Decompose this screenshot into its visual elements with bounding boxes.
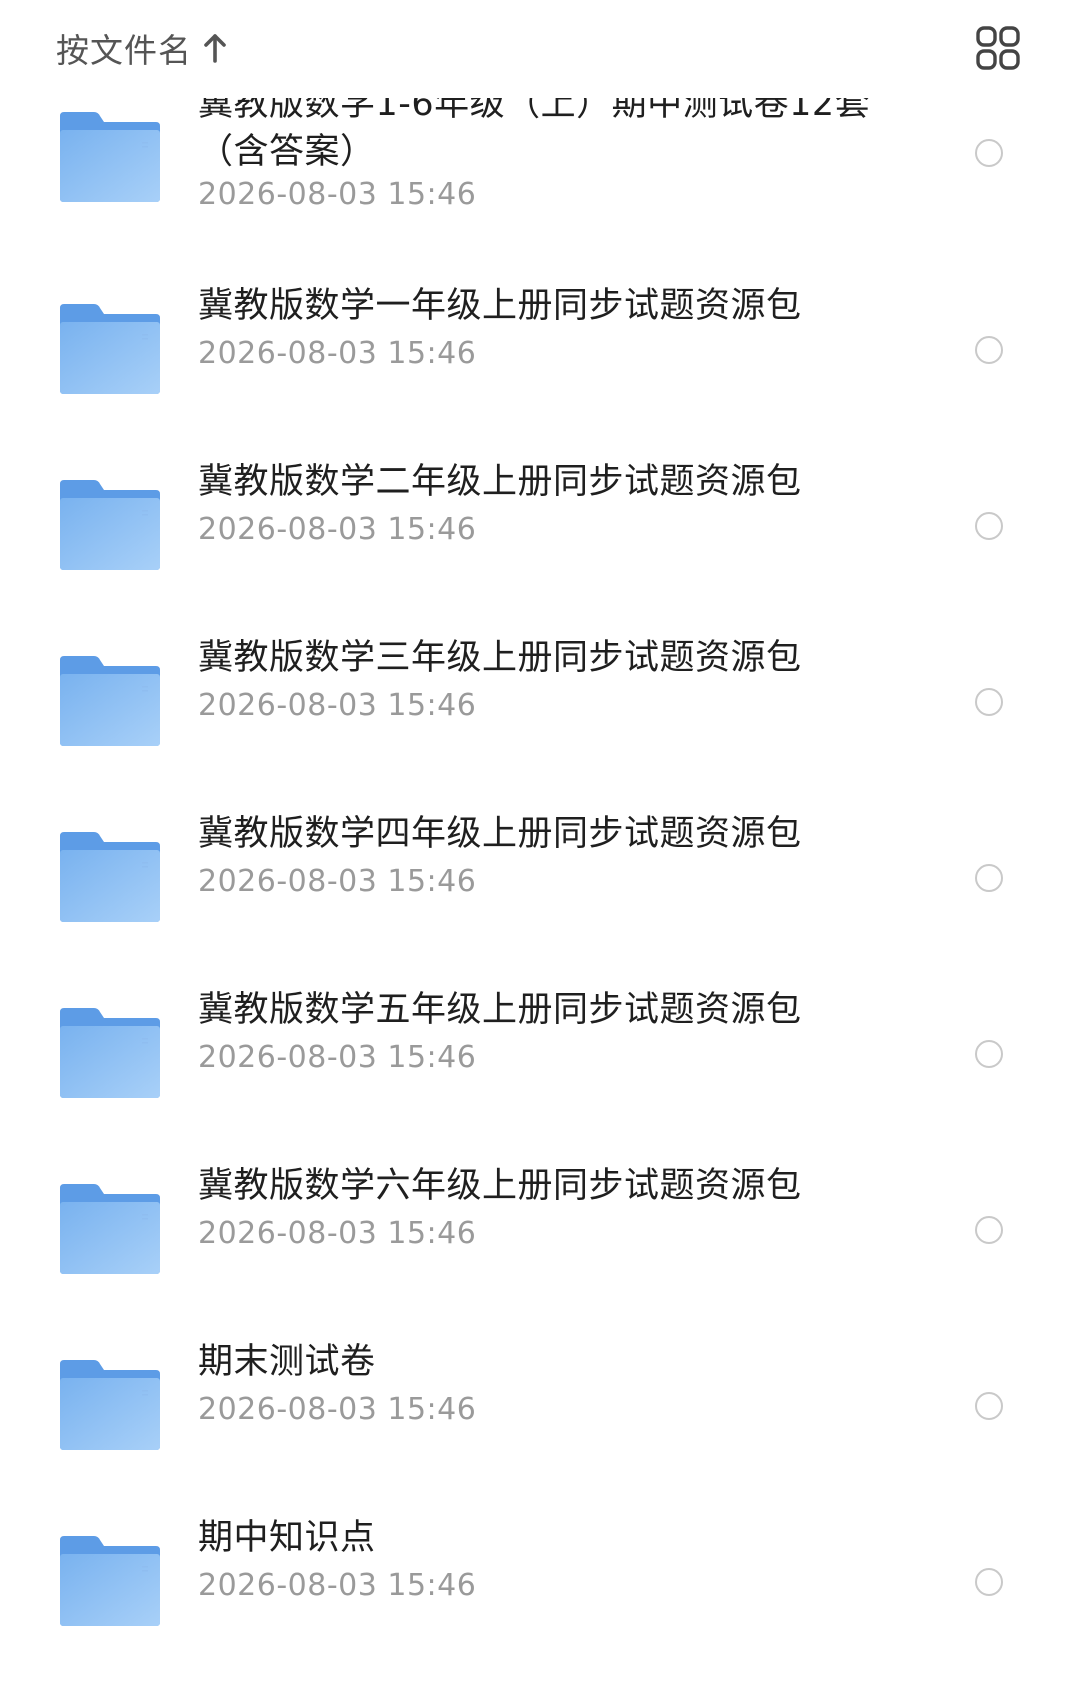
file-title: 期中知识点 (198, 1518, 376, 1558)
file-title: 期末测试卷 (198, 1342, 376, 1382)
list-item[interactable]: 冀教版数学四年级上册同步试题资源包 2026-08-03 15:46 (0, 808, 1080, 978)
select-radio[interactable] (975, 1040, 1003, 1068)
list-item[interactable]: 冀教版数学五年级上册同步试题资源包 2026-08-03 15:46 (0, 984, 1080, 1154)
file-date: 2026-08-03 15:46 (198, 177, 477, 212)
sort-label: 按文件名 (56, 31, 192, 70)
arrow-up-icon (204, 34, 226, 63)
file-list: 冀教版数学1-6年级（上）期中测试卷12套（含答案） 2026-08-03 15… (0, 0, 1080, 1665)
file-date: 2026-08-03 15:46 (198, 512, 477, 547)
list-item[interactable]: 期中知识点 2026-08-03 15:46 (0, 1512, 1080, 1682)
header-bar: 按文件名 (0, 0, 1080, 98)
list-item[interactable]: 期末测试卷 2026-08-03 15:46 (0, 1336, 1080, 1506)
select-radio[interactable] (975, 512, 1003, 540)
list-item[interactable]: 冀教版数学1-6年级（上）期中测试卷12套（含答案） 2026-08-03 15… (0, 80, 1080, 250)
file-title: 冀教版数学四年级上册同步试题资源包 (198, 814, 802, 854)
list-item[interactable]: 冀教版数学一年级上册同步试题资源包 2026-08-03 15:46 (0, 280, 1080, 450)
file-title: 冀教版数学三年级上册同步试题资源包 (198, 638, 802, 678)
folder-icon (60, 1008, 160, 1098)
folder-icon (60, 480, 160, 570)
select-radio[interactable] (975, 1392, 1003, 1420)
folder-icon (60, 832, 160, 922)
file-title: 冀教版数学一年级上册同步试题资源包 (198, 286, 802, 326)
file-title: 冀教版数学五年级上册同步试题资源包 (198, 990, 802, 1030)
file-date: 2026-08-03 15:46 (198, 864, 477, 899)
file-title: 冀教版数学六年级上册同步试题资源包 (198, 1166, 802, 1206)
folder-icon (60, 656, 160, 746)
list-item[interactable]: 冀教版数学三年级上册同步试题资源包 2026-08-03 15:46 (0, 632, 1080, 802)
list-item[interactable]: 冀教版数学六年级上册同步试题资源包 2026-08-03 15:46 (0, 1160, 1080, 1330)
select-radio[interactable] (975, 1568, 1003, 1596)
file-date: 2026-08-03 15:46 (198, 688, 477, 723)
file-date: 2026-08-03 15:46 (198, 1216, 477, 1251)
sort-by-name-button[interactable]: 按文件名 (56, 22, 228, 74)
file-date: 2026-08-03 15:46 (198, 1568, 477, 1603)
select-radio[interactable] (975, 336, 1003, 364)
select-radio[interactable] (975, 1216, 1003, 1244)
folder-icon (60, 112, 160, 202)
file-date: 2026-08-03 15:46 (198, 1040, 477, 1075)
folder-icon (60, 1184, 160, 1274)
list-item[interactable]: 冀教版数学二年级上册同步试题资源包 2026-08-03 15:46 (0, 456, 1080, 626)
folder-icon (60, 1536, 160, 1626)
file-date: 2026-08-03 15:46 (198, 1392, 477, 1427)
select-radio[interactable] (975, 139, 1003, 167)
file-date: 2026-08-03 15:46 (198, 336, 477, 371)
select-radio[interactable] (975, 688, 1003, 716)
file-title: 冀教版数学二年级上册同步试题资源包 (198, 462, 802, 502)
folder-icon (60, 304, 160, 394)
grid-view-icon[interactable] (976, 26, 1020, 70)
folder-icon (60, 1360, 160, 1450)
select-radio[interactable] (975, 864, 1003, 892)
